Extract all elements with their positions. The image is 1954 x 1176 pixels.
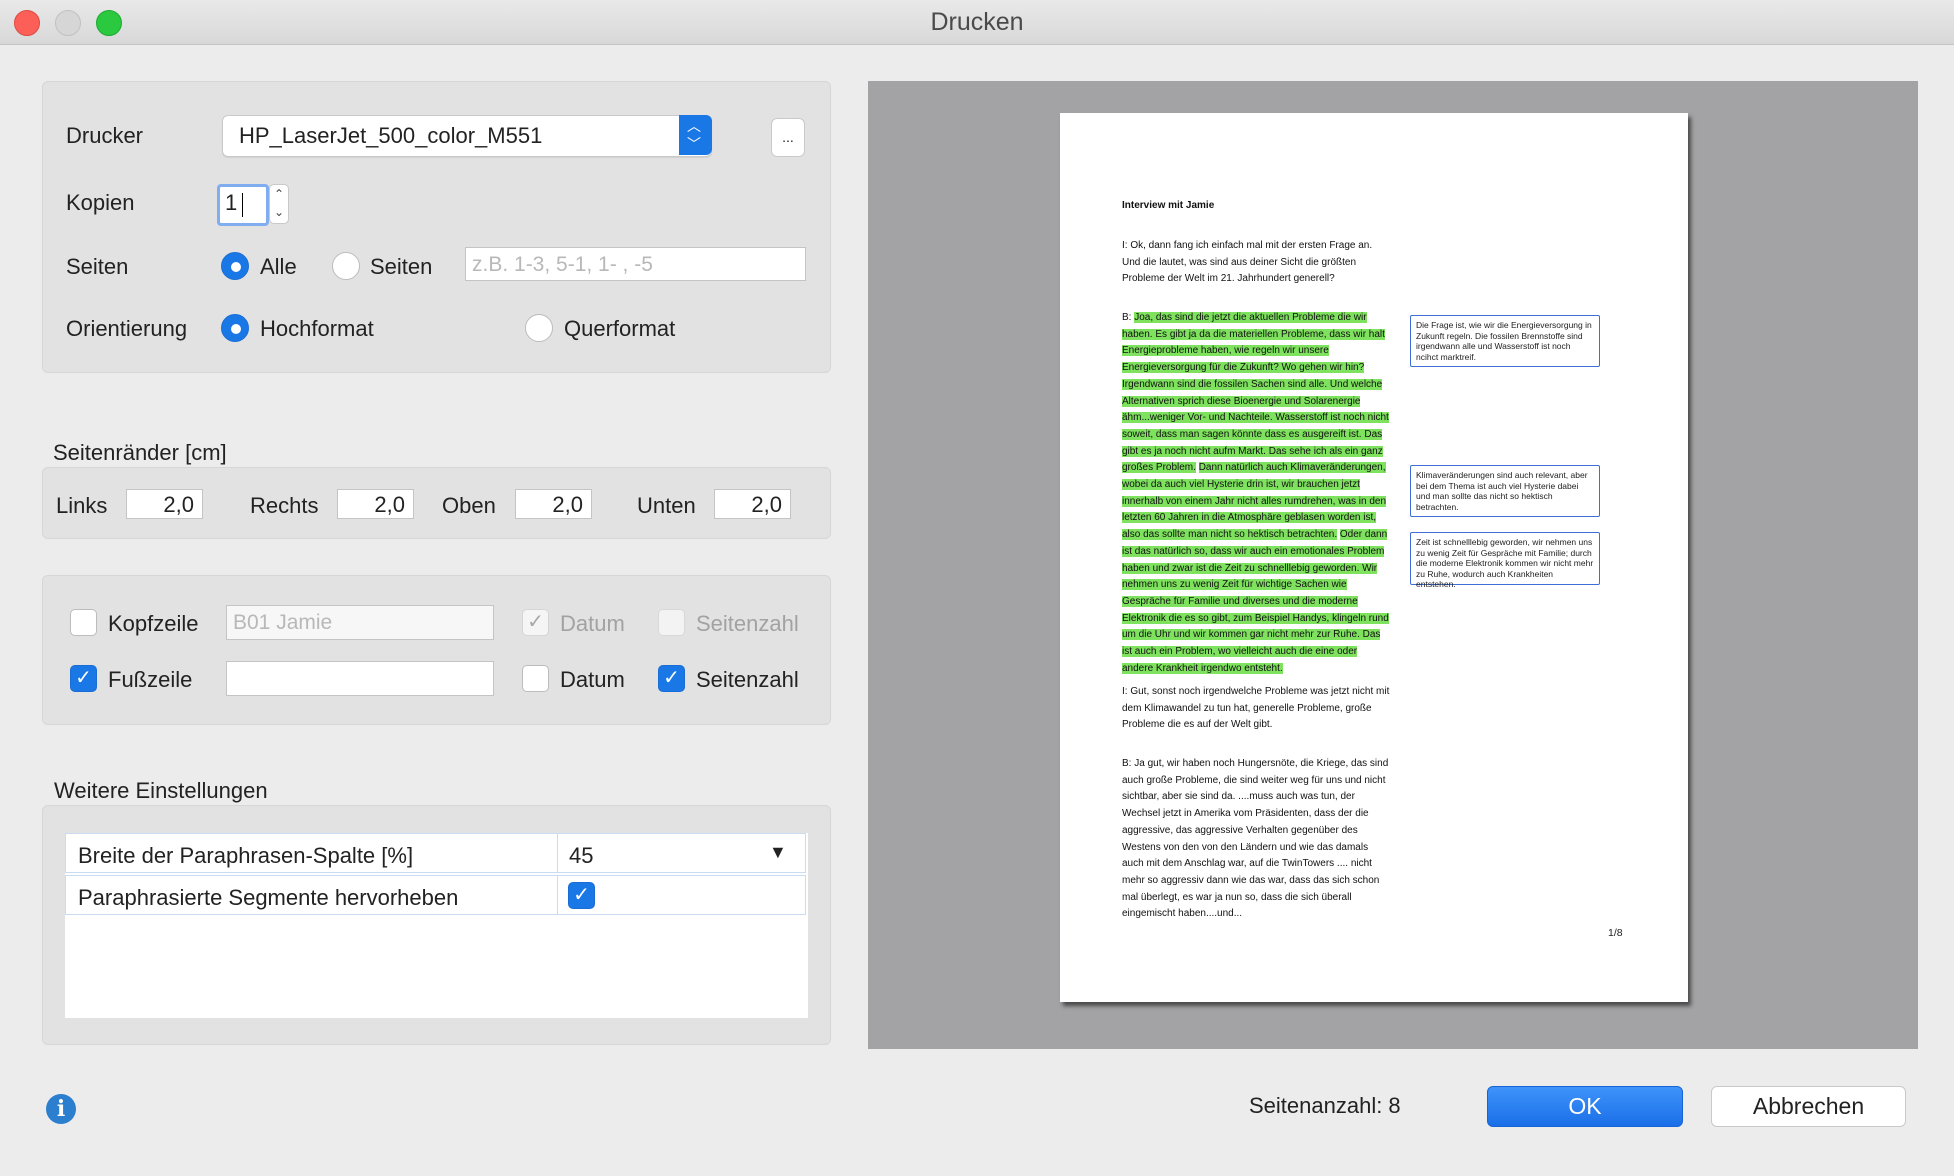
more-settings-heading: Weitere Einstellungen — [54, 778, 268, 803]
preview-paraphrase-note: Die Frage ist, wie wir die Energieversor… — [1410, 315, 1600, 367]
highlight-segments-checkbox[interactable]: ✓ — [568, 882, 595, 909]
preview-page-number: 1/8 — [1608, 927, 1623, 939]
margins-heading: Seitenränder [cm] — [53, 440, 227, 465]
preview-highlight: Oder dann ist das natürlich so, dass wir… — [1122, 529, 1389, 674]
pages-range-radio[interactable] — [332, 252, 360, 280]
setting-name: Breite der Paraphrasen-Spalte [%] — [78, 843, 414, 868]
preview-highlight: Joa, das sind die jetzt die aktuellen Pr… — [1122, 312, 1389, 474]
margin-left-value: 2,0 — [163, 492, 194, 517]
settings-table: Breite der Paraphrasen-Spalte [%] 45 ▼ P… — [65, 833, 808, 1018]
preview-doc-title: Interview mit Jamie — [1122, 200, 1215, 211]
footer-label: Fußzeile — [108, 667, 193, 692]
margin-left-label: Links — [56, 493, 108, 518]
header-checkbox[interactable] — [70, 609, 97, 636]
pages-range-placeholder: z.B. 1-3, 5-1, 1- , -5 — [472, 253, 653, 276]
pages-range-label: Seiten — [370, 254, 433, 279]
header-pagenum-checkbox[interactable] — [658, 609, 685, 636]
footer-pagenum-label: Seitenzahl — [696, 667, 799, 692]
header-pagenum-label: Seitenzahl — [696, 611, 799, 636]
footer-pagenum-checkbox[interactable]: ✓ — [658, 665, 685, 692]
landscape-radio[interactable] — [525, 314, 553, 342]
preview-paragraph: B: Ja gut, wir haben noch Hungersnöte, d… — [1122, 758, 1389, 920]
margin-bottom-label: Unten — [637, 493, 696, 518]
table-row[interactable]: Breite der Paraphrasen-Spalte [%] 45 ▼ — [65, 833, 806, 873]
preview-paraphrase-note: Klimaveränderungen sind auch relevant, a… — [1410, 465, 1600, 517]
preview-paraphrase-note: Zeit ist schnelllebig geworden, wir nehm… — [1410, 532, 1600, 589]
header-text-input[interactable]: B01 Jamie — [226, 605, 494, 640]
page-count: Seitenanzahl: 8 — [1249, 1093, 1401, 1118]
landscape-label: Querformat — [564, 316, 676, 341]
maximize-window-button[interactable] — [96, 10, 122, 36]
margin-bottom-input[interactable]: 2,0 — [714, 489, 791, 519]
ok-button[interactable]: OK — [1487, 1086, 1683, 1127]
footer-checkbox[interactable]: ✓ — [70, 665, 97, 692]
printer-select[interactable]: HP_LaserJet_500_color_M551 ︿ ﹀ — [222, 115, 712, 157]
header-date-checkbox[interactable]: ✓ — [522, 609, 549, 636]
footer-date-checkbox[interactable] — [522, 665, 549, 692]
preview-speaker: B: — [1122, 312, 1135, 323]
header-footer-panel — [42, 575, 831, 725]
margin-left-input[interactable]: 2,0 — [126, 489, 203, 519]
pages-range-input[interactable]: z.B. 1-3, 5-1, 1- , -5 — [465, 247, 806, 281]
margin-right-value: 2,0 — [374, 492, 405, 517]
copies-value: 1 — [225, 190, 238, 215]
window-title: Drucken — [930, 8, 1024, 36]
dropdown-arrow-icon[interactable]: ▼ — [769, 842, 787, 863]
copies-input[interactable]: 1 — [217, 184, 269, 226]
header-date-label: Datum — [560, 611, 625, 636]
pages-label: Seiten — [66, 254, 129, 279]
pages-all-radio[interactable] — [221, 252, 249, 280]
margin-right-input[interactable]: 2,0 — [337, 489, 414, 519]
margin-right-label: Rechts — [250, 493, 319, 518]
portrait-label: Hochformat — [260, 316, 374, 341]
orientation-label: Orientierung — [66, 316, 188, 341]
preview-paragraph: I: Ok, dann fang ich einfach mal mit der… — [1122, 240, 1373, 285]
text-caret — [242, 193, 243, 217]
portrait-radio[interactable] — [221, 314, 249, 342]
printer-more-button[interactable]: ... — [771, 118, 805, 157]
footer-text-input[interactable] — [226, 661, 494, 696]
printer-select-value: HP_LaserJet_500_color_M551 — [239, 123, 543, 148]
printer-label: Drucker — [66, 123, 144, 148]
footer-date-label: Datum — [560, 667, 625, 692]
margin-bottom-value: 2,0 — [751, 492, 782, 517]
minimize-window-button[interactable] — [55, 10, 81, 36]
preview-paragraph: I: Gut, sonst noch irgendwelche Probleme… — [1122, 686, 1390, 731]
margin-top-label: Oben — [442, 493, 496, 518]
setting-name: Paraphrasierte Segmente hervorheben — [78, 885, 459, 910]
cancel-button[interactable]: Abbrechen — [1711, 1086, 1906, 1127]
table-row[interactable]: Paraphrasierte Segmente hervorheben ✓ — [65, 875, 806, 915]
copies-stepper[interactable]: ⌃ ⌄ — [269, 184, 289, 224]
info-icon[interactable]: i — [46, 1094, 76, 1124]
printer-select-chevron-icon[interactable]: ︿ ﹀ — [679, 115, 712, 155]
header-text-value: B01 Jamie — [233, 611, 333, 634]
preview-page: Interview mit Jamie I: Ok, dann fang ich… — [1060, 113, 1688, 1002]
close-window-button[interactable] — [14, 10, 40, 36]
header-label: Kopfzeile — [108, 611, 199, 636]
copies-label: Kopien — [66, 190, 135, 215]
pages-all-label: Alle — [260, 254, 297, 279]
margin-top-value: 2,0 — [552, 492, 583, 517]
setting-value: 45 — [569, 843, 594, 868]
title-bar: Drucken — [0, 0, 1954, 45]
margin-top-input[interactable]: 2,0 — [515, 489, 592, 519]
preview-paragraph: B: Joa, das sind die jetzt die aktuellen… — [1122, 310, 1390, 677]
